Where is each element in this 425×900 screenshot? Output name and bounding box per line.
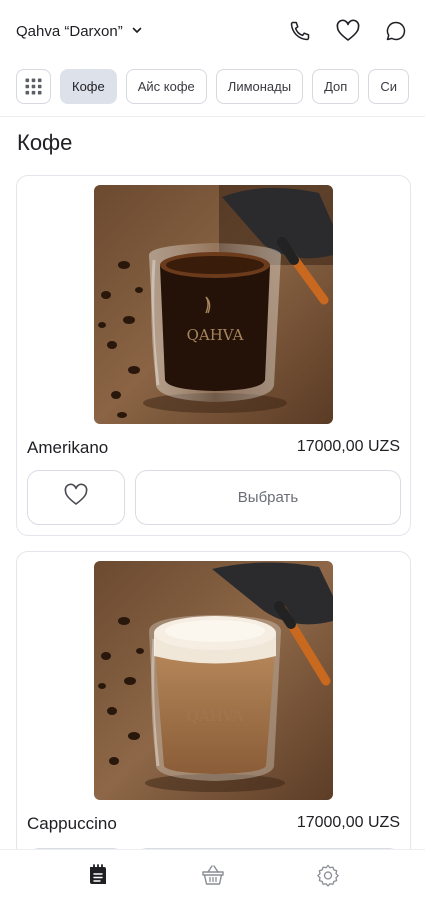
header-divider	[0, 116, 425, 117]
heart-icon[interactable]	[335, 18, 361, 44]
shop-selector[interactable]: Qahva “Darxon”	[16, 23, 143, 40]
phone-icon[interactable]	[287, 18, 313, 44]
chat-icon[interactable]	[383, 18, 409, 44]
cup-logo-text: QAHVA	[187, 326, 244, 344]
menu-book-icon[interactable]	[78, 855, 118, 895]
bottom-navigation	[0, 849, 425, 900]
product-price: 17000,00 UZS	[296, 814, 400, 831]
heart-outline-icon	[63, 483, 89, 512]
app-header: Qahva “Darxon”	[0, 0, 425, 62]
product-price: 17000,00 UZS	[296, 438, 400, 455]
tab-extras[interactable]: Доп	[312, 68, 360, 104]
section-title: Кофе	[17, 130, 73, 155]
category-tabs: Кофе Айс кофе Лимонады Доп Си	[0, 66, 425, 106]
tab-coffee[interactable]: Кофе	[60, 68, 117, 104]
select-button[interactable]: Выбрать	[135, 470, 401, 525]
product-image-cappuccino[interactable]: QAHVA	[94, 561, 333, 800]
product-image-americano[interactable]: QAHVA	[94, 185, 333, 424]
tab-lemonades[interactable]: Лимонады	[215, 68, 304, 104]
chevron-down-icon	[131, 23, 143, 40]
grid-icon[interactable]	[16, 68, 51, 104]
cup-logo-text: QAHVA	[187, 707, 244, 725]
favorite-button[interactable]	[27, 470, 125, 525]
tab-partial[interactable]: Си	[368, 68, 409, 104]
settings-gear-icon[interactable]	[308, 855, 348, 895]
basket-icon[interactable]	[193, 855, 233, 895]
shop-name: Qahva “Darxon”	[16, 22, 123, 40]
product-name: Amerikano	[27, 438, 109, 457]
product-card: QAHVA Amerikano 17000,00 UZS Выбрать	[16, 175, 411, 536]
tab-iced-coffee[interactable]: Айс кофе	[125, 68, 207, 104]
product-card: QAHVA Cappuccino 17000,00 UZS	[16, 551, 411, 878]
product-name: Cappuccino	[27, 814, 117, 833]
